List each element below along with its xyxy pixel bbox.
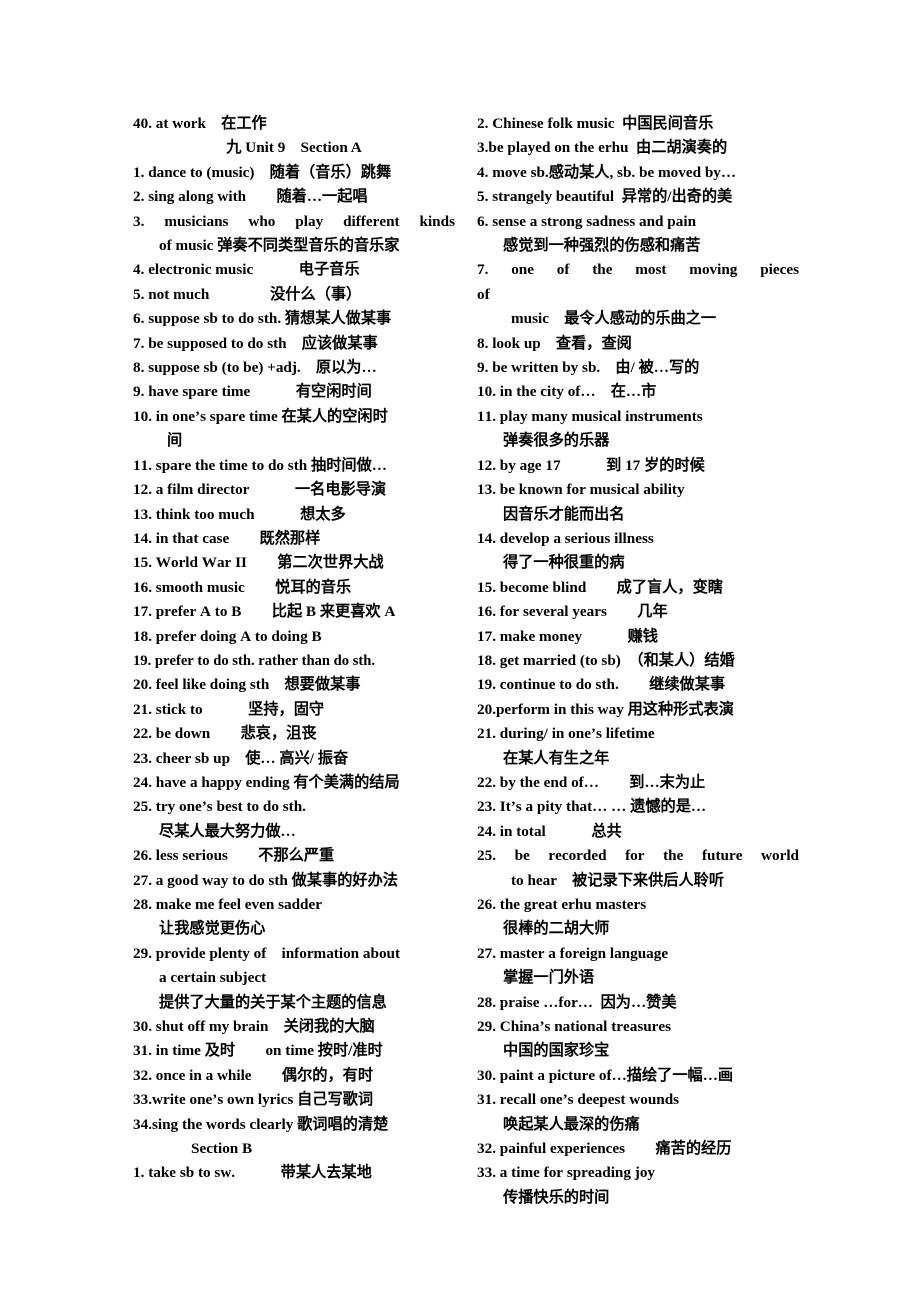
- entry-r27-line2: 掌握一门外语: [503, 969, 595, 987]
- entry-l34: 34.sing the words clearly 歌词唱的清楚: [133, 1115, 389, 1133]
- entry-l18: 18. prefer doing A to doing B: [133, 627, 322, 645]
- entry-lb1: 1. take sb to sw. 带某人去某地: [133, 1164, 372, 1182]
- entry-r27-line1: 27. master a foreign language: [477, 944, 669, 962]
- entry-r32: 32. painful experiences 痛苦的经历: [477, 1140, 732, 1158]
- entry-r17: 17. make money 赚钱: [477, 627, 658, 645]
- entry-l31: 31. in time 及时 on time 按时/准时: [133, 1042, 383, 1060]
- entry-r16: 16. for several years 几年: [477, 603, 668, 621]
- right-column: 2. Chinese folk music 中国民间音乐 3.be played…: [477, 112, 799, 1210]
- entry-l24: 24. have a happy ending 有个美满的结局: [133, 773, 400, 791]
- entry-l23: 23. cheer sb up 使… 高兴/ 振奋: [133, 749, 349, 767]
- entry-r14-line1: 14. develop a serious illness: [477, 529, 654, 547]
- entry-l3-line2: of music 弹奏不同类型音乐的音乐家: [159, 237, 400, 255]
- entry-r19: 19. continue to do sth. 继续做某事: [477, 676, 726, 694]
- entry-l8: 8. suppose sb (to be) +adj. 原以为…: [133, 359, 377, 377]
- entry-l3-line1: 3. musicians who play different kinds: [133, 212, 455, 230]
- entry-r8: 8. look up 查看，查阅: [477, 334, 632, 352]
- entry-r24: 24. in total 总共: [477, 822, 622, 840]
- entry-r23: 23. It’s a pity that… … 遗憾的是…: [477, 798, 707, 816]
- entry-l29-line3: 提供了大量的关于某个主题的信息: [159, 993, 387, 1011]
- entry-l10-line2: 间: [167, 432, 183, 450]
- entry-r5: 5. strangely beautiful 异常的/出奇的美: [477, 188, 733, 206]
- section-b-heading: Section B: [191, 1140, 253, 1158]
- entry-r25-line2: to hear 被记录下来供后人聆听: [511, 871, 725, 889]
- entry-l20: 20. feel like doing sth 想要做某事: [133, 676, 361, 694]
- entry-l16: 16. smooth music 悦耳的音乐: [133, 578, 352, 596]
- entry-r7-line2: music 最令人感动的乐曲之一: [511, 310, 717, 328]
- entry-l5: 5. not much 没什么（事）: [133, 285, 362, 303]
- two-column-body: 40. at work 在工作 九 Unit 9 Section A 1. da…: [133, 112, 802, 1210]
- entry-r3: 3.be played on the erhu 由二胡演奏的: [477, 139, 728, 157]
- entry-l4: 4. electronic music 电子音乐: [133, 261, 360, 279]
- left-column: 40. at work 在工作 九 Unit 9 Section A 1. da…: [133, 112, 455, 1186]
- entry-r33-line1: 33. a time for spreading joy: [477, 1164, 656, 1182]
- entry-r20: 20.perform in this way 用这种形式表演: [477, 700, 734, 718]
- entry-l9: 9. have spare time 有空闲时间: [133, 383, 372, 401]
- entry-l33: 33.write one’s own lyrics 自己写歌词: [133, 1091, 374, 1109]
- entry-r31-line2: 唤起某人最深的伤痛: [503, 1115, 640, 1133]
- entry-l32: 32. once in a while 偶尔的，有时: [133, 1066, 374, 1084]
- entry-r7-line1: 7. one of the most moving pieces of: [477, 261, 799, 303]
- entry-r21-line1: 21. during/ in one’s lifetime: [477, 725, 655, 743]
- entry-l28-line2: 让我感觉更伤心: [159, 920, 266, 938]
- entry-l27: 27. a good way to do sth 做某事的好办法: [133, 871, 398, 889]
- entry-r4: 4. move sb.感动某人, sb. be moved by…: [477, 163, 737, 181]
- entry-r25-line1: 25. be recorded for the future world: [477, 847, 799, 865]
- entry-r33-line2: 传播快乐的时间: [503, 1188, 610, 1206]
- entry-l12: 12. a film director 一名电影导演: [133, 481, 387, 499]
- entry-r14-line2: 得了一种很重的病: [503, 554, 625, 572]
- entry-l15: 15. World War II 第二次世界大战: [133, 554, 384, 572]
- section-a-heading: 九 Unit 9 Section A: [226, 139, 362, 157]
- entry-l10-line1: 10. in one’s spare time 在某人的空闲时: [133, 407, 388, 425]
- entry-r26-line2: 很棒的二胡大师: [503, 920, 610, 938]
- carryover-entry-40: 40. at work 在工作: [133, 115, 267, 132]
- entry-r13-line1: 13. be known for musical ability: [477, 481, 685, 499]
- entry-l29-line2: a certain subject: [159, 969, 267, 987]
- entry-l28-line1: 28. make me feel even sadder: [133, 896, 322, 913]
- entry-l21: 21. stick to 坚持，固守: [133, 700, 325, 718]
- entry-l29-line1: 29. provide plenty of information about: [133, 944, 401, 962]
- entry-r2: 2. Chinese folk music 中国民间音乐: [477, 115, 714, 132]
- entry-r6-line1: 6. sense a strong sadness and pain: [477, 212, 697, 230]
- entry-l25-line2: 尽某人最大努力做…: [159, 822, 296, 840]
- entry-l22: 22. be down 悲哀，沮丧: [133, 725, 317, 743]
- entry-l25-line1: 25. try one’s best to do sth.: [133, 798, 306, 816]
- entry-l26: 26. less serious 不那么严重: [133, 847, 335, 865]
- entry-r15: 15. become blind 成了盲人，变瞎: [477, 578, 723, 596]
- entry-r26-line1: 26. the great erhu masters: [477, 896, 647, 913]
- entry-l13: 13. think too much 想太多: [133, 505, 346, 523]
- entry-l17: 17. prefer A to B 比起 B 来更喜欢 A: [133, 603, 396, 621]
- entry-r21-line2: 在某人有生之年: [503, 749, 610, 767]
- entry-r10: 10. in the city of… 在…市: [477, 383, 657, 401]
- entry-l2: 2. sing along with 随着…一起唱: [133, 188, 368, 206]
- entry-r11-line2: 弹奏很多的乐器: [503, 432, 610, 450]
- document-page: 40. at work 在工作 九 Unit 9 Section A 1. da…: [0, 0, 920, 1302]
- entry-l19: 19. prefer to do sth. rather than do sth…: [133, 652, 376, 669]
- entry-r18: 18. get married (to sb) （和某人）结婚: [477, 651, 735, 669]
- entry-r13-line2: 因音乐才能而出名: [503, 505, 625, 523]
- entry-r6-line2: 感觉到一种强烈的伤感和痛苦: [503, 237, 701, 255]
- entry-r9: 9. be written by sb. 由/ 被…写的: [477, 359, 700, 377]
- entry-l1: 1. dance to (music) 随着（音乐）跳舞: [133, 163, 392, 181]
- entry-l30: 30. shut off my brain 关闭我的大脑: [133, 1018, 375, 1036]
- entry-r12: 12. by age 17 到 17 岁的时候: [477, 456, 705, 474]
- entry-l6: 6. suppose sb to do sth. 猜想某人做某事: [133, 310, 392, 328]
- entry-r30: 30. paint a picture of…描绘了一幅…画: [477, 1066, 734, 1084]
- entry-l14: 14. in that case 既然那样: [133, 529, 321, 547]
- entry-r28: 28. praise …for… 因为…赞美: [477, 993, 677, 1011]
- entry-l11: 11. spare the time to do sth 抽时间做…: [133, 456, 387, 474]
- entry-r22: 22. by the end of… 到…末为止: [477, 773, 706, 791]
- entry-r29-line1: 29. China’s national treasures: [477, 1018, 672, 1036]
- entry-l7: 7. be supposed to do sth 应该做某事: [133, 334, 378, 352]
- entry-r29-line2: 中国的国家珍宝: [503, 1042, 610, 1060]
- entry-r31-line1: 31. recall one’s deepest wounds: [477, 1091, 680, 1109]
- entry-r11-line1: 11. play many musical instruments: [477, 407, 703, 425]
